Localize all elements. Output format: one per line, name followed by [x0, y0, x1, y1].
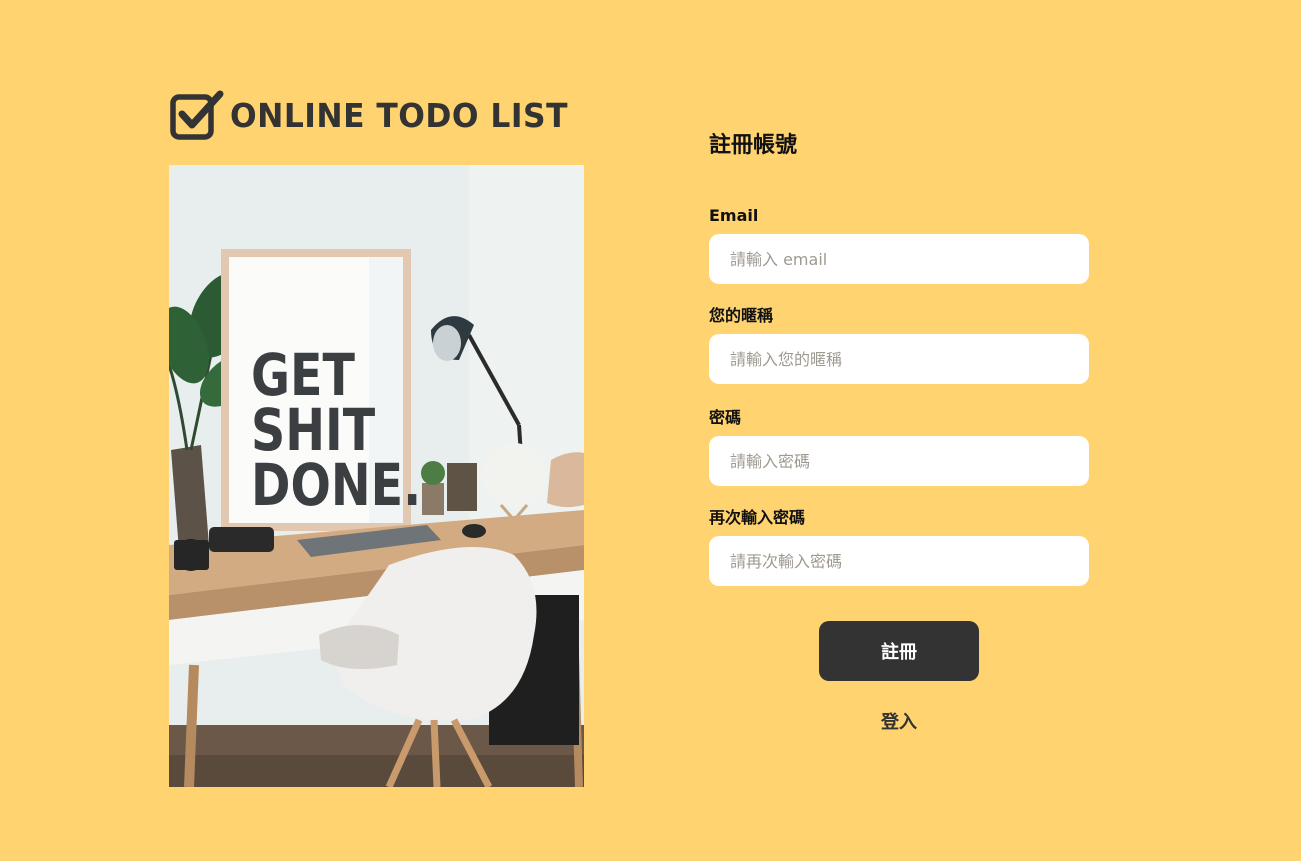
signup-button[interactable]: 註冊: [819, 621, 979, 681]
brand-logo: ONLINE TODO LIST: [170, 88, 586, 142]
poster-line-3: DONE.: [251, 451, 421, 519]
checkbox-check-icon: [170, 90, 224, 140]
signup-form: 註冊帳號 Email 您的暱稱 密碼 再次輸入密碼 註冊 登入: [709, 128, 1089, 734]
nickname-label: 您的暱稱: [709, 306, 774, 325]
email-input[interactable]: [709, 234, 1089, 284]
signup-page: ONLINE TODO LIST GET SHIT DONE. 註冊帳號 Ema…: [0, 0, 1301, 861]
confirm-password-input[interactable]: [709, 536, 1089, 586]
nickname-input[interactable]: [709, 334, 1089, 384]
confirm-password-label: 再次輸入密碼: [709, 508, 806, 527]
password-label: 密碼: [709, 408, 742, 427]
login-link[interactable]: 登入: [709, 708, 1089, 734]
hero-image: GET SHIT DONE.: [169, 165, 584, 787]
form-title: 註冊帳號: [709, 133, 798, 158]
brand-name: ONLINE TODO LIST: [230, 95, 568, 135]
password-input[interactable]: [709, 436, 1089, 486]
poster-frame: GET SHIT DONE.: [221, 249, 421, 531]
email-label: Email: [709, 206, 759, 225]
